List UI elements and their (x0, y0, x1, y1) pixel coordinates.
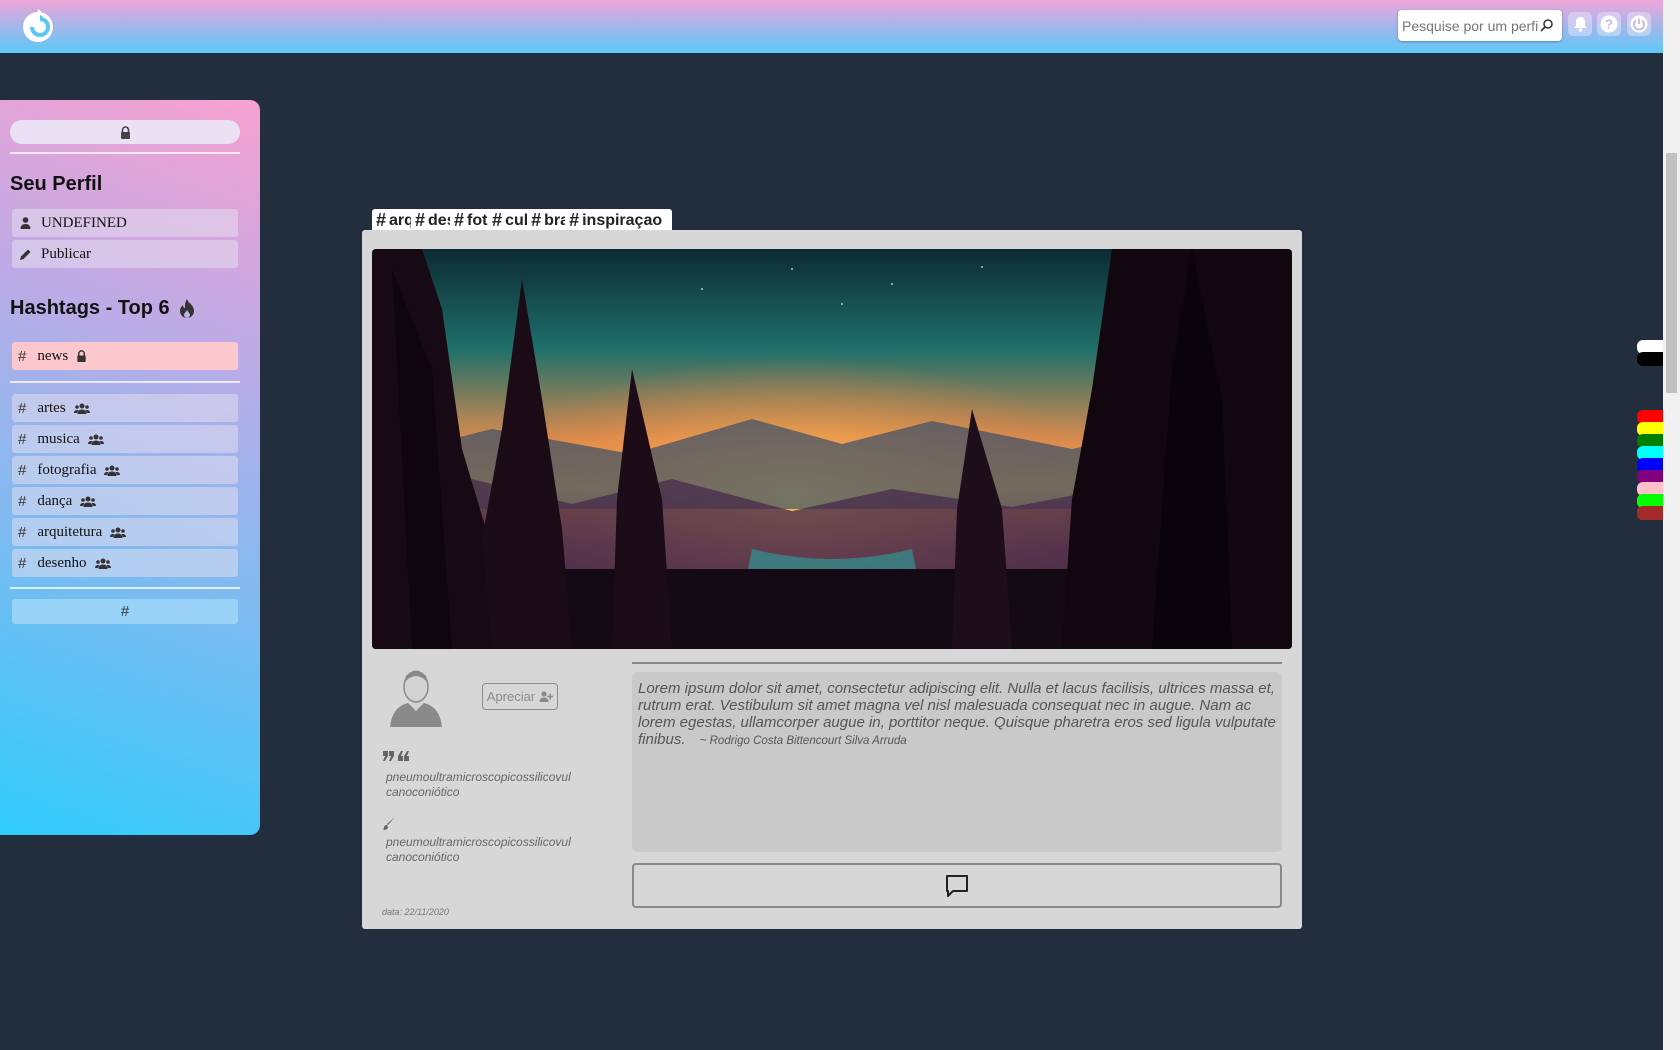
post-date: data: 22/11/2020 (382, 907, 449, 917)
hash-symbol: # (18, 430, 27, 448)
hashtag-item[interactable]: # fotografia (12, 456, 238, 484)
hash-symbol: # (569, 210, 580, 230)
brush-word: pneumoultramicroscopicossilicovulcanocon… (386, 835, 571, 864)
hashtag-item[interactable]: # artes (12, 394, 238, 422)
hashtag-label: arquitetura (37, 523, 103, 540)
users-icon (104, 465, 121, 476)
top-bar: ? (0, 0, 1663, 53)
post-tag-label: brasil (544, 211, 566, 229)
post-tag[interactable]: #fotografia (454, 210, 488, 231)
post-tag[interactable]: #brasil (531, 210, 565, 231)
post-tag-label: cultura (505, 211, 528, 229)
lock-icon (76, 350, 87, 362)
divider (10, 587, 240, 589)
users-icon (110, 527, 127, 538)
search-icon[interactable] (1538, 18, 1554, 34)
hash-symbol: # (415, 210, 426, 230)
hash-symbol: # (18, 523, 27, 541)
app-logo-icon[interactable] (18, 5, 58, 45)
lock-button[interactable] (10, 120, 240, 144)
divider (10, 381, 240, 383)
add-hashtag-button[interactable]: # (12, 599, 238, 624)
hash-symbol: # (376, 210, 387, 230)
profile-item-label: Publicar (41, 245, 91, 262)
post-tag-label: fotografia (467, 211, 488, 229)
comment-icon (944, 873, 970, 899)
brush-icon (382, 816, 396, 835)
post-tag[interactable]: #desenho (415, 210, 450, 231)
avatar[interactable] (388, 667, 444, 727)
users-icon (73, 403, 90, 414)
theme-swatch[interactable] (1637, 352, 1663, 366)
profile-item-publicar[interactable]: Publicar (12, 240, 238, 268)
apreciar-label: Apreciar (486, 689, 536, 704)
post-tag[interactable]: #arquitetura (376, 210, 411, 231)
hashtag-item[interactable]: # arquitetura (12, 518, 238, 546)
hashtags-title: Hashtags - Top 6 (10, 297, 170, 319)
hashtag-label: dança (37, 492, 73, 509)
notifications-bell-icon[interactable] (1568, 12, 1592, 36)
hashtag-item[interactable]: # dança (12, 487, 238, 515)
profile-item-label: UNDEFINED (41, 214, 127, 231)
comment-button[interactable] (632, 863, 1282, 908)
post-author: ~ Rodrigo Costa Bittencourt Silva Arruda (699, 735, 907, 747)
hash-symbol: # (531, 210, 542, 230)
post-text-box: Lorem ipsum dolor sit amet, consectetur … (632, 672, 1282, 852)
hash-symbol: # (18, 399, 27, 417)
quote-word: pneumoultramicroscopicossilicovulcanocon… (386, 770, 571, 799)
profile-title: Seu Perfil (10, 173, 103, 195)
users-icon (94, 558, 111, 569)
users-icon (80, 496, 97, 507)
hashtag-label: fotografia (37, 461, 97, 478)
hash-symbol: # (18, 492, 27, 510)
hash-symbol: # (18, 461, 27, 479)
hash-symbol: # (18, 347, 27, 365)
svg-text:?: ? (1605, 17, 1613, 32)
hashtag-item[interactable]: # desenho (12, 549, 238, 577)
users-icon (87, 434, 104, 445)
post-tag-label: desenho (428, 211, 450, 229)
post-tag-label: arquitetura (389, 211, 412, 229)
scrollbar-thumb[interactable] (1666, 153, 1677, 393)
hashtags-title-row: Hashtags - Top 6 (10, 297, 195, 320)
hashtag-label: desenho (37, 554, 87, 571)
profile-item-username[interactable]: UNDEFINED (12, 209, 238, 237)
post-tag-label: inspiraçao (582, 211, 663, 229)
post-tag[interactable]: #cultura (492, 210, 527, 231)
divider (10, 152, 240, 154)
hashtag-label: news (37, 347, 69, 364)
search-input[interactable] (1402, 17, 1538, 34)
hash-symbol: # (492, 210, 503, 230)
vertical-scrollbar[interactable] (1663, 0, 1680, 1050)
post-tag[interactable]: # inspiraçao (569, 210, 662, 231)
fire-icon (179, 298, 195, 319)
post-image[interactable] (372, 249, 1292, 649)
pencil-icon (18, 247, 32, 261)
theme-swatch[interactable] (1637, 506, 1663, 520)
power-icon[interactable] (1627, 12, 1651, 36)
hash-symbol: # (18, 554, 27, 572)
hashtag-item[interactable]: # musica (12, 425, 238, 453)
hashtag-news[interactable]: # news (12, 342, 238, 370)
lock-icon (120, 125, 130, 139)
sidebar: Seu Perfil UNDEFINED Publicar Hashtags -… (0, 100, 260, 835)
quote-icon (382, 750, 410, 761)
apreciar-button[interactable]: Apreciar (482, 683, 558, 710)
hash-button-label: # (120, 603, 130, 620)
post-card: Apreciar pneumoultramicroscopicossilicov… (362, 230, 1302, 929)
hashtag-label: musica (37, 430, 80, 447)
hashtag-label: artes (37, 399, 66, 416)
divider (632, 662, 1282, 664)
add-user-icon (539, 691, 554, 702)
help-icon[interactable]: ? (1597, 12, 1621, 36)
user-icon (18, 216, 32, 230)
search-box[interactable] (1398, 10, 1562, 41)
post-tags: #arquitetura #desenho #fotografia #cultu… (372, 209, 673, 232)
hash-symbol: # (454, 210, 465, 230)
